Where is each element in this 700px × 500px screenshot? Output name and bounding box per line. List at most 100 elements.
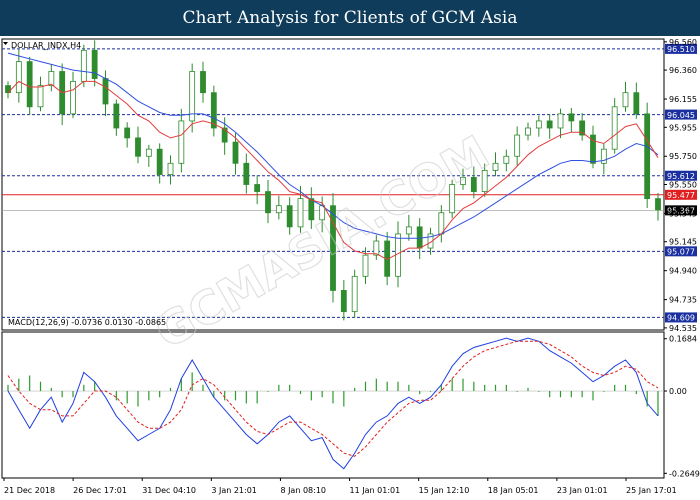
candle-body [178, 120, 185, 164]
candle-body [351, 275, 358, 313]
price-axis-tick-label: 96.560 [669, 38, 697, 47]
time-axis-tick-label: 18 Jan 05:01 [488, 486, 539, 495]
watermark-text: GCMASIA.COM [146, 125, 498, 360]
time-axis-tick-label: 26 Dec 17:01 [73, 486, 127, 495]
candle-body [265, 191, 271, 214]
macd-histogram-bar [115, 391, 117, 401]
macd-histogram-bar [7, 384, 9, 392]
macd-histogram-bar [473, 381, 475, 392]
time-axis-tick-label: 15 Jan 12:10 [419, 486, 470, 495]
macd-histogram-bar [159, 391, 161, 398]
candle-body [373, 240, 380, 256]
macd-histogram-bar [234, 391, 237, 401]
candle-body [135, 137, 141, 157]
macd-histogram-bar [397, 381, 399, 392]
macd-histogram-bar [224, 391, 226, 401]
macd-histogram-bar [462, 378, 464, 392]
macd-histogram-bar [321, 391, 323, 398]
candle-body [557, 113, 564, 129]
candle-body [254, 184, 261, 192]
candle-body [48, 71, 55, 87]
macd-axis-tick-label: 0.1684 [669, 335, 697, 344]
candle-body [26, 61, 33, 108]
candle-body [546, 120, 553, 129]
macd-histogram-bar [527, 387, 529, 392]
macd-histogram-bar [191, 372, 193, 392]
candle-body [535, 120, 542, 129]
macd-histogram-bar [126, 391, 128, 404]
candle-body [5, 85, 11, 94]
candle-body [438, 212, 445, 235]
candle-body [622, 92, 629, 108]
macd-histogram-bar [169, 387, 172, 392]
candle-body [405, 226, 412, 235]
macd-histogram-bar [419, 391, 421, 395]
macd-histogram-bar [343, 391, 345, 407]
macd-histogram-bar [624, 384, 627, 392]
time-axis-tick-label: 21 Dec 2018 [4, 486, 55, 495]
candle-body [633, 92, 640, 115]
macd-histogram-bar [375, 378, 377, 392]
level-label: 96.045 [667, 111, 695, 120]
price-axis-tick-label: 95.750 [669, 152, 697, 161]
macd-histogram-bar [299, 391, 302, 395]
macd-histogram-bar [592, 391, 594, 401]
macd-histogram-bar [289, 384, 291, 392]
candle-body [275, 205, 282, 214]
macd-histogram-bar [408, 384, 410, 392]
macd-histogram-bar [505, 384, 507, 392]
time-axis-tick-label: 31 Dec 04:10 [142, 486, 196, 495]
macd-panel-frame [1, 331, 665, 479]
time-axis-tick-label: 25 Jan 17:01 [626, 486, 677, 495]
macd-histogram-bar [72, 391, 74, 398]
macd-histogram-bar [267, 391, 269, 392]
macd-histogram-bar [549, 391, 551, 398]
macd-histogram-bar [354, 387, 356, 392]
candle-body [611, 106, 618, 150]
macd-histogram-bar [278, 384, 280, 392]
candle-body [145, 148, 152, 157]
candle-body [514, 134, 521, 157]
macd-histogram-bar [484, 384, 486, 392]
time-axis-tick-label: 3 Jan 21:01 [211, 486, 257, 495]
macd-histogram-bar [245, 391, 247, 404]
candle-body [644, 113, 651, 200]
candle-body [525, 127, 531, 136]
macd-histogram-bar [18, 378, 20, 392]
macd-histogram-bar [570, 391, 572, 398]
price-axis-tick-label: 95.955 [669, 123, 697, 132]
candle-body [362, 254, 369, 277]
macd-histogram-bar [83, 384, 85, 392]
macd-histogram-bar [148, 391, 150, 401]
candle-body [503, 155, 510, 164]
price-axis-tick-label: 94.735 [669, 296, 697, 305]
macd-histogram-bar [494, 384, 497, 392]
symbol-dropdown-icon[interactable] [3, 42, 8, 45]
price-axis-tick-label: 95.145 [669, 238, 697, 247]
candle-body [124, 127, 131, 139]
macd-histogram-bar [657, 391, 659, 416]
macd-histogram-bar [386, 381, 388, 392]
chart-banner-title: Chart Analysis for Clients of GCM Asia [0, 0, 700, 36]
candle-body [243, 162, 250, 185]
candle-body [37, 85, 44, 108]
macd-histogram-bar [516, 391, 518, 392]
level-label: 94.609 [667, 314, 695, 323]
time-axis-tick-label: 8 Jan 08:10 [280, 486, 326, 495]
chart-svg[interactable]: 96.51096.04595.61295.07794.60995.47795.3… [0, 36, 700, 500]
candle-body [102, 78, 109, 105]
time-axis-tick-label: 11 Jan 01:01 [350, 486, 401, 495]
candle-body [340, 290, 347, 313]
macd-histogram-bar [137, 391, 139, 407]
macd-histogram-bar [61, 391, 63, 398]
macd-histogram-bar [538, 391, 540, 392]
candle-body [232, 141, 239, 164]
price-axis-tick-label: 96.360 [669, 66, 697, 75]
macd-histogram-bar [310, 391, 312, 401]
candle-body [167, 162, 174, 176]
macd-histogram-bar [364, 381, 367, 392]
macd-histogram-bar [635, 391, 637, 395]
candle-body [80, 49, 87, 82]
macd-axis-tick-label: -0.2649 [669, 469, 700, 478]
price-axis-tick-label: 95.345 [669, 209, 697, 218]
